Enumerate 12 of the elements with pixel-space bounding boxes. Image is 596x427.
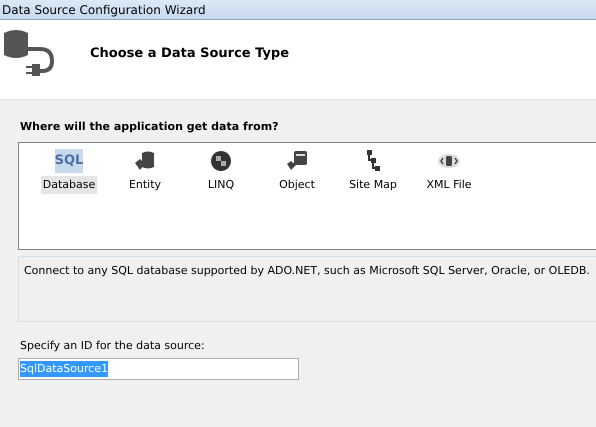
source-item[interactable]: XML File [411, 148, 487, 194]
source-item[interactable]: SQL Database [31, 148, 107, 194]
sql-icon: SQL [54, 148, 84, 172]
source-item[interactable]: LINQ [183, 148, 259, 194]
source-item[interactable]: Entity [107, 148, 183, 194]
id-label: Specify an ID for the data source: [20, 338, 206, 354]
page-heading: Choose a Data Source Type [90, 46, 290, 62]
source-item[interactable]: Object [259, 148, 335, 194]
section-label: Where will the application get data from? [20, 119, 280, 135]
description-text: Connect to any SQL database supported by ADO.NET, such as Microsoft SQL Server, Oracle, or OLEDB. [18, 256, 596, 322]
window-title: Data Source Configuration Wizard [2, 2, 206, 18]
source-item[interactable]: Site Map [335, 148, 411, 194]
